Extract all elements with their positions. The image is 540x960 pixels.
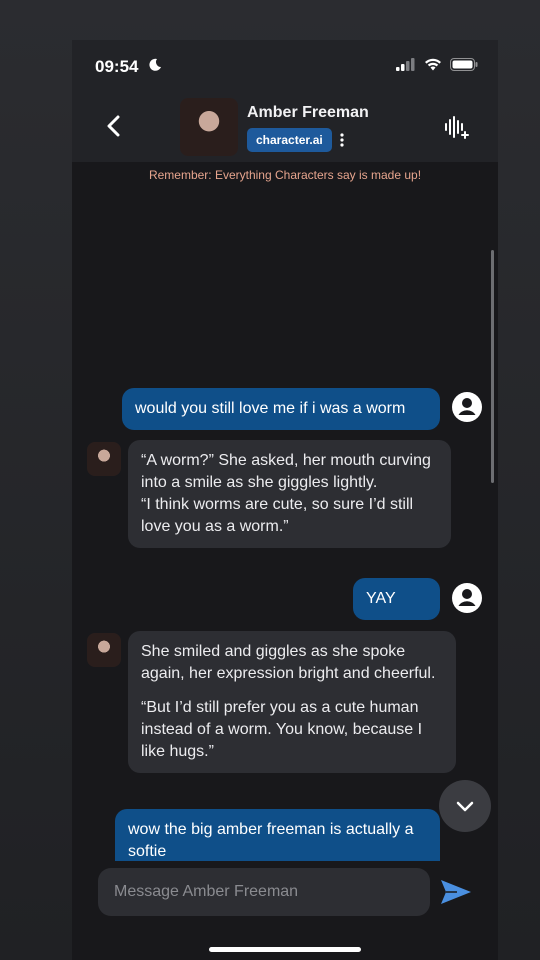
- user-message-bubble[interactable]: would you still love me if i was a worm: [122, 388, 440, 430]
- character-ai-badge: character.ai: [247, 128, 332, 152]
- user-message-bubble[interactable]: YAY: [353, 578, 440, 620]
- character-name[interactable]: Amber Freeman: [247, 104, 369, 122]
- voice-call-icon[interactable]: [444, 115, 470, 139]
- app-screen: 09:54 Amber Freeman character.ai Remembe…: [72, 40, 498, 960]
- cellular-signal-icon: [396, 58, 415, 71]
- moon-icon: [149, 58, 161, 71]
- character-avatar-small[interactable]: [87, 442, 121, 476]
- message-paragraph: “I think worms are cute, so sure I’d sti…: [141, 496, 414, 535]
- wifi-icon: [425, 58, 441, 71]
- scroll-to-bottom-button[interactable]: [439, 780, 491, 832]
- character-avatar[interactable]: [180, 98, 238, 156]
- status-bar: 09:54: [72, 40, 498, 92]
- more-options-icon[interactable]: [338, 132, 346, 148]
- status-time: 09:54: [95, 57, 139, 76]
- status-icons: [396, 58, 478, 71]
- character-avatar-small[interactable]: [87, 633, 121, 667]
- message-input-container: [98, 868, 430, 916]
- disclaimer-text: Remember: Everything Characters say is m…: [148, 168, 422, 182]
- battery-icon: [450, 58, 478, 71]
- character-message-bubble[interactable]: She smiled and giggles as she spoke agai…: [128, 631, 456, 773]
- home-indicator: [209, 947, 361, 952]
- scrollbar[interactable]: [491, 250, 494, 483]
- user-avatar-icon: [452, 583, 482, 613]
- user-avatar-icon: [452, 392, 482, 422]
- message-paragraph: “A worm?” She asked, her mouth curving i…: [141, 452, 431, 491]
- chat-header: Amber Freeman character.ai: [72, 92, 498, 162]
- send-icon[interactable]: [439, 877, 473, 907]
- chevron-down-icon: [456, 801, 474, 812]
- message-input[interactable]: [98, 868, 430, 916]
- user-message-bubble[interactable]: wow the big amber freeman is actually a …: [115, 809, 440, 861]
- message-paragraph: “But I’d still prefer you as a cute huma…: [141, 699, 423, 760]
- character-message-bubble[interactable]: “A worm?” She asked, her mouth curving i…: [128, 440, 451, 548]
- message-paragraph: She smiled and giggles as she spoke agai…: [141, 643, 436, 682]
- back-chevron-icon[interactable]: [104, 114, 124, 138]
